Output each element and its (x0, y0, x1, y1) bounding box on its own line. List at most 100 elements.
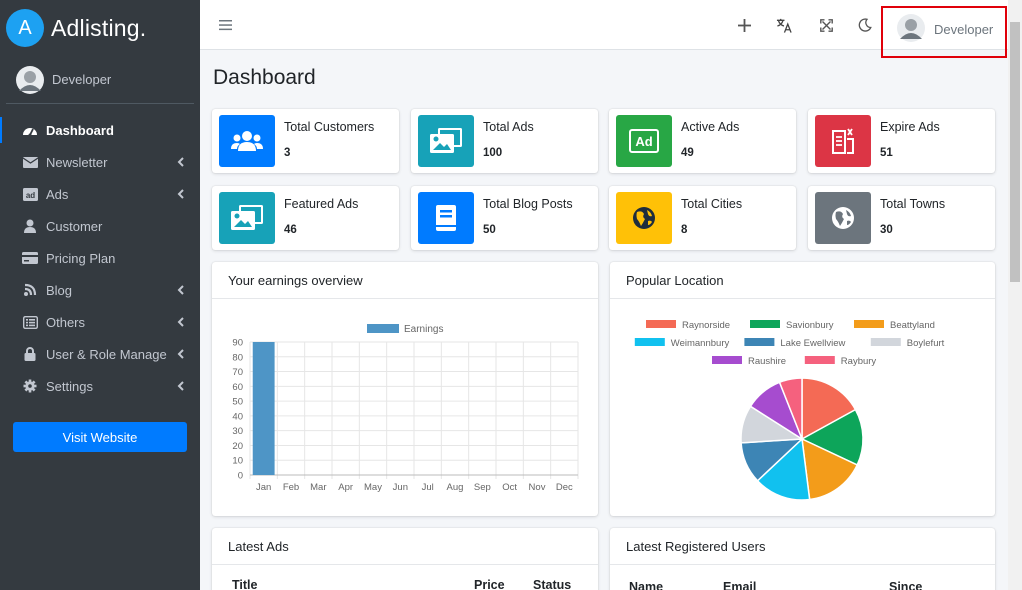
sidebar-item-ads[interactable]: ad Ads (0, 178, 200, 210)
legend-swatch[interactable] (854, 320, 884, 328)
legend-swatch[interactable] (646, 320, 676, 328)
column-header-status[interactable]: Status (533, 578, 571, 590)
brand-logo: A (6, 9, 44, 47)
legend-swatch[interactable] (750, 320, 780, 328)
sidebar-item-pricing-plan[interactable]: Pricing Plan (0, 242, 200, 274)
moon-icon[interactable] (857, 17, 873, 33)
translate-icon[interactable] (776, 17, 792, 33)
column-header-email[interactable]: Email (723, 580, 756, 590)
menu-icon[interactable] (219, 19, 232, 31)
sidebar-item-label: Blog (46, 282, 73, 298)
legend-label[interactable]: Lake Ewellview (780, 338, 845, 349)
stat-total-blog-posts[interactable]: Total Blog Posts 50 (411, 186, 598, 250)
y-tick-label: 90 (232, 338, 243, 349)
stat-value: 30 (880, 224, 893, 236)
stat-label: Featured Ads (284, 197, 359, 211)
legend-swatch[interactable] (712, 356, 742, 364)
legend-label[interactable]: Raynorside (682, 320, 730, 331)
sidebar-user-name: Developer (52, 72, 112, 87)
x-tick-label: Jul (422, 482, 434, 493)
globe-icon (815, 192, 871, 244)
sidebar-item-others[interactable]: Others (0, 306, 200, 338)
sidebar-item-customer[interactable]: Customer (0, 210, 200, 242)
legend-swatch-earnings[interactable] (367, 324, 399, 333)
legend-swatch[interactable] (634, 338, 665, 346)
y-tick-label: 30 (232, 426, 243, 437)
x-tick-label: Dec (556, 482, 573, 493)
legend-swatch[interactable] (804, 356, 835, 364)
latest-users-card: Latest Registered Users Name Email Since (610, 528, 995, 590)
stat-value: 46 (284, 224, 297, 236)
sidebar-item-blog[interactable]: Blog (0, 274, 200, 306)
sidebar-item-label: Customer (46, 218, 103, 234)
x-tick-label: Apr (338, 482, 353, 493)
legend-label[interactable]: Beattyland (890, 320, 935, 331)
top-navbar: Developer (200, 0, 1008, 58)
credit-card-icon (22, 251, 38, 265)
sidebar-item-label: Ads (46, 186, 69, 202)
legend-swatch[interactable] (870, 338, 901, 346)
popular-location-card: Popular Location Raynorside Savionbury Bea… (610, 262, 995, 516)
sidebar-item-newsletter[interactable]: Newsletter (0, 146, 200, 178)
sidebar-item-dashboard[interactable]: Dashboard (0, 114, 200, 146)
stat-featured-ads[interactable]: Featured Ads 46 (212, 186, 399, 250)
stat-label: Total Ads (483, 120, 534, 134)
fullscreen-icon[interactable] (818, 17, 834, 33)
stat-label: Active Ads (681, 120, 740, 134)
users-icon (219, 115, 275, 167)
column-header-name[interactable]: Name (629, 580, 663, 590)
avatar (897, 14, 925, 42)
chevron-left-icon (174, 315, 188, 329)
legend-label[interactable]: Raybury (841, 356, 877, 367)
x-tick-label: Oct (502, 482, 517, 493)
user-menu-name: Developer (934, 22, 994, 37)
y-tick-label: 40 (232, 411, 243, 422)
stat-total-cities[interactable]: Total Cities 8 (609, 186, 796, 250)
bar-jan[interactable] (252, 342, 275, 475)
legend-label[interactable]: Raushire (748, 356, 786, 367)
user-menu[interactable]: Developer (881, 6, 1007, 58)
dashboard-gauge-icon (22, 123, 38, 137)
scrollbar-thumb[interactable] (1010, 22, 1020, 282)
stat-total-customers[interactable]: Total Customers 3 (212, 109, 399, 173)
sidebar-item-label: Dashboard (46, 122, 114, 138)
stat-label: Total Customers (284, 120, 375, 134)
envelope-icon (22, 155, 38, 169)
legend-label-earnings[interactable]: Earnings (404, 324, 443, 335)
stat-value: 49 (681, 147, 694, 159)
book-icon (418, 192, 474, 244)
avatar (16, 65, 44, 94)
stat-active-ads[interactable]: Ad Active Ads 49 (609, 109, 796, 173)
images-icon (418, 115, 474, 167)
chevron-left-icon (174, 187, 188, 201)
stat-expire-ads[interactable]: Expire Ads 51 (808, 109, 995, 173)
sidebar-item-user-role-manage[interactable]: User & Role Manage (0, 338, 200, 370)
visit-website-button[interactable]: Visit Website (13, 422, 187, 452)
chevron-left-icon (174, 283, 188, 297)
svg-text:ad: ad (25, 191, 34, 200)
sidebar-item-label: User & Role Manage (46, 346, 167, 362)
sidebar-item-settings[interactable]: Settings (0, 370, 200, 402)
legend-label[interactable]: Boylefurt (907, 338, 945, 349)
plus-icon[interactable] (736, 17, 752, 33)
brand[interactable]: A Adlisting. (0, 0, 200, 56)
x-tick-label: Aug (447, 482, 464, 493)
ad-icon: ad (22, 187, 38, 201)
stat-total-towns[interactable]: Total Towns 30 (808, 186, 995, 250)
earnings-card: Your earnings overview Earnings 0 10 20 30 40… (212, 262, 598, 516)
legend-label[interactable]: Savionbury (786, 320, 834, 331)
chevron-left-icon (174, 155, 188, 169)
legend-label[interactable]: Weimannbury (671, 338, 730, 349)
column-header-price[interactable]: Price (474, 578, 505, 590)
column-header-title[interactable]: Title (232, 578, 257, 590)
column-header-since[interactable]: Since (889, 580, 922, 590)
stat-total-ads[interactable]: Total Ads 100 (411, 109, 598, 173)
svg-text:Ad: Ad (635, 134, 652, 149)
earnings-bar-chart: Earnings 0 10 20 30 40 50 60 70 80 90 Jan Feb Mar Apr M… (232, 324, 579, 493)
stat-label: Total Cities (681, 197, 743, 211)
gear-icon (22, 379, 38, 393)
legend-swatch[interactable] (744, 338, 775, 346)
x-tick-label: Jan (256, 482, 271, 493)
sidebar-user-panel[interactable]: Developer (6, 56, 194, 104)
x-tick-label: Nov (529, 482, 546, 493)
